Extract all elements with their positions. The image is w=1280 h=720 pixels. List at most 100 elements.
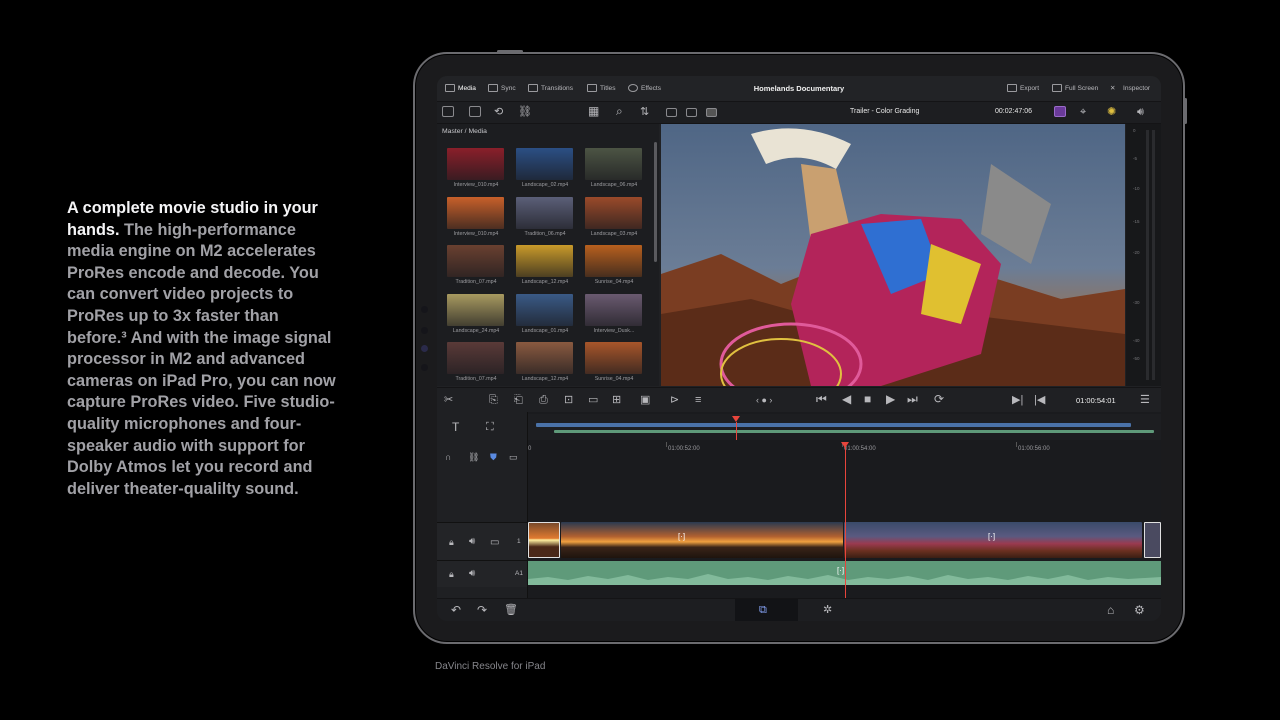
flag-icon[interactable]: ⛊ (490, 452, 497, 463)
video-toggle-icon[interactable]: ▭ (490, 537, 499, 548)
title-tool-icon[interactable]: T (452, 421, 459, 433)
snapping-icon[interactable]: ∩ (445, 452, 451, 463)
jog-icon[interactable]: ‹ ● › (756, 395, 772, 406)
grid-view-icon[interactable]: ▦ (588, 105, 599, 117)
timeline-playhead[interactable] (845, 442, 846, 598)
meter-scale-label: -10 (1133, 186, 1140, 191)
timeline-menu-icon[interactable]: ☰ (1140, 395, 1150, 406)
lock-icon[interactable]: 🔒︎ (449, 569, 454, 580)
media-clip-thumbnail[interactable] (516, 196, 573, 229)
blade-tool-icon[interactable]: ⛶ (486, 422, 494, 433)
replace-clip-icon[interactable]: ⎙ (539, 395, 548, 406)
lock-icon[interactable]: 🔒︎ (449, 537, 454, 548)
color-wheel-icon[interactable]: ✺ (1107, 107, 1116, 118)
timeline-name[interactable]: Trailer - Color Grading (850, 108, 919, 115)
home-icon[interactable]: ⌂ (1107, 604, 1114, 616)
cut-page-tab[interactable]: ⧉ (735, 599, 798, 621)
cut-tool-icon[interactable]: ✂ (444, 395, 453, 406)
export-button[interactable]: Export (1007, 84, 1039, 92)
media-clip-thumbnail[interactable] (585, 196, 642, 229)
video-clip-sunset[interactable] (561, 522, 843, 558)
media-scrollbar[interactable] (654, 142, 657, 262)
import-icon[interactable] (469, 106, 481, 117)
media-clip-thumbnail[interactable] (447, 148, 504, 180)
source-overwrite-icon[interactable]: ⊳ (670, 395, 679, 406)
next-edit-icon[interactable]: ▶| (1012, 395, 1023, 406)
audio-track-header: 🔒︎ 🔊︎ A1 (437, 560, 527, 587)
settings-gear-icon[interactable]: ⚙ (1134, 604, 1145, 616)
undo-icon[interactable]: ↶ (451, 604, 461, 616)
ripple-icon[interactable]: ⊞ (612, 395, 621, 406)
loop-icon[interactable]: ⟳ (934, 393, 944, 405)
media-clip-thumbnail[interactable] (585, 293, 642, 326)
search-icon[interactable]: ⌕ (616, 105, 623, 117)
video-clip-selected[interactable] (528, 522, 560, 558)
delete-icon[interactable]: 🗑︎ (504, 605, 518, 616)
app-screen: Media Sync Transitions Titles Effects Ho… (437, 76, 1161, 621)
meter-scale-label: -40 (1133, 338, 1140, 343)
append-icon[interactable]: ▭ (588, 395, 598, 406)
volume-button (1184, 98, 1187, 124)
reverse-icon[interactable]: ◀ (842, 393, 851, 405)
media-clip-thumbnail[interactable] (447, 342, 504, 374)
media-clip-thumbnail[interactable] (516, 293, 573, 326)
clip-icon[interactable] (706, 108, 717, 117)
media-clip-thumbnail[interactable] (447, 293, 504, 326)
go-to-start-icon[interactable]: ⏮ (816, 393, 827, 405)
media-clip-label: Sunrise_04.mp4 (594, 376, 634, 382)
overview-playhead[interactable] (736, 422, 737, 440)
overwrite-clip-icon[interactable]: ⎗ (514, 395, 523, 406)
adjust-icon[interactable]: ≡ (695, 395, 701, 406)
transform-icon[interactable]: ⌖ (1080, 107, 1086, 118)
audio-toggle-icon[interactable]: 🔊︎ (469, 536, 475, 547)
video-track-header: 🔒︎ 🔊︎ ▭ 1 (437, 522, 527, 560)
timeline-overview[interactable] (528, 414, 1161, 440)
media-clip-thumbnail[interactable] (516, 148, 573, 180)
transition-marker-icon[interactable]: [·] (678, 532, 685, 541)
volume-icon[interactable]: 🔊︎ (1137, 107, 1144, 118)
sort-icon[interactable]: ⇅ (640, 107, 649, 118)
media-path[interactable]: Master / Media (442, 128, 487, 135)
ruler-tick (1016, 442, 1017, 447)
media-clip-thumbnail[interactable] (447, 196, 504, 229)
headdress (751, 128, 851, 169)
redo-icon[interactable]: ↷ (477, 604, 487, 616)
media-clip-label: Interview_Dusk... (593, 327, 635, 334)
marketing-copy: A complete movie studio in your hands. T… (67, 198, 339, 500)
media-clip-label: Landscape_12.mp4 (521, 376, 569, 382)
edit-page-icon[interactable]: ✲ (823, 605, 832, 616)
link-icon[interactable]: ⛓ (518, 107, 532, 118)
insert-clip-icon[interactable]: ⎘ (489, 395, 498, 406)
place-on-top-icon[interactable]: ⊡ (564, 395, 573, 406)
fullscreen-icon (1052, 84, 1062, 92)
previous-edit-icon[interactable]: |◀ (1034, 395, 1045, 406)
media-clip-thumbnail[interactable] (585, 148, 642, 180)
full-screen-button[interactable]: Full Screen (1052, 84, 1098, 92)
relink-icon[interactable]: ⟲ (494, 107, 503, 118)
color-picker-icon[interactable] (1054, 106, 1066, 117)
linked-selection-icon[interactable]: ⛓ (468, 452, 479, 463)
marker-icon[interactable]: ▭ (509, 452, 518, 463)
ruler-tick (666, 442, 667, 447)
timeline-playhead-cap[interactable] (841, 442, 849, 448)
media-clip-thumbnail[interactable] (516, 245, 573, 277)
video-clip-end[interactable] (1144, 522, 1161, 558)
close-up-icon[interactable]: ▣ (640, 395, 650, 406)
go-to-end-icon[interactable]: ⏭ (907, 393, 918, 405)
play-icon[interactable]: ▶ (886, 393, 895, 405)
audio-transition-marker-icon[interactable]: [·] (837, 566, 844, 575)
audio-toggle-icon[interactable]: 🔊︎ (469, 568, 475, 579)
stop-icon[interactable]: ■ (864, 393, 871, 405)
media-clip-label: Interview_010.mp4 (453, 230, 499, 237)
media-clip-thumbnail[interactable] (447, 245, 504, 277)
viewer-mode-icon[interactable] (666, 108, 677, 117)
media-clip-thumbnail[interactable] (516, 342, 573, 374)
media-clip-label: Landscape_01.mp4 (521, 327, 569, 334)
video-viewer[interactable] (661, 124, 1125, 386)
inspector-button[interactable]: ✕ Inspector (1110, 84, 1150, 93)
panel-toggle-icon[interactable] (442, 106, 454, 117)
media-clip-thumbnail[interactable] (585, 245, 642, 277)
media-clip-thumbnail[interactable] (585, 342, 642, 374)
transition-marker-icon[interactable]: [·] (988, 532, 995, 541)
safe-area-icon[interactable] (686, 108, 697, 117)
